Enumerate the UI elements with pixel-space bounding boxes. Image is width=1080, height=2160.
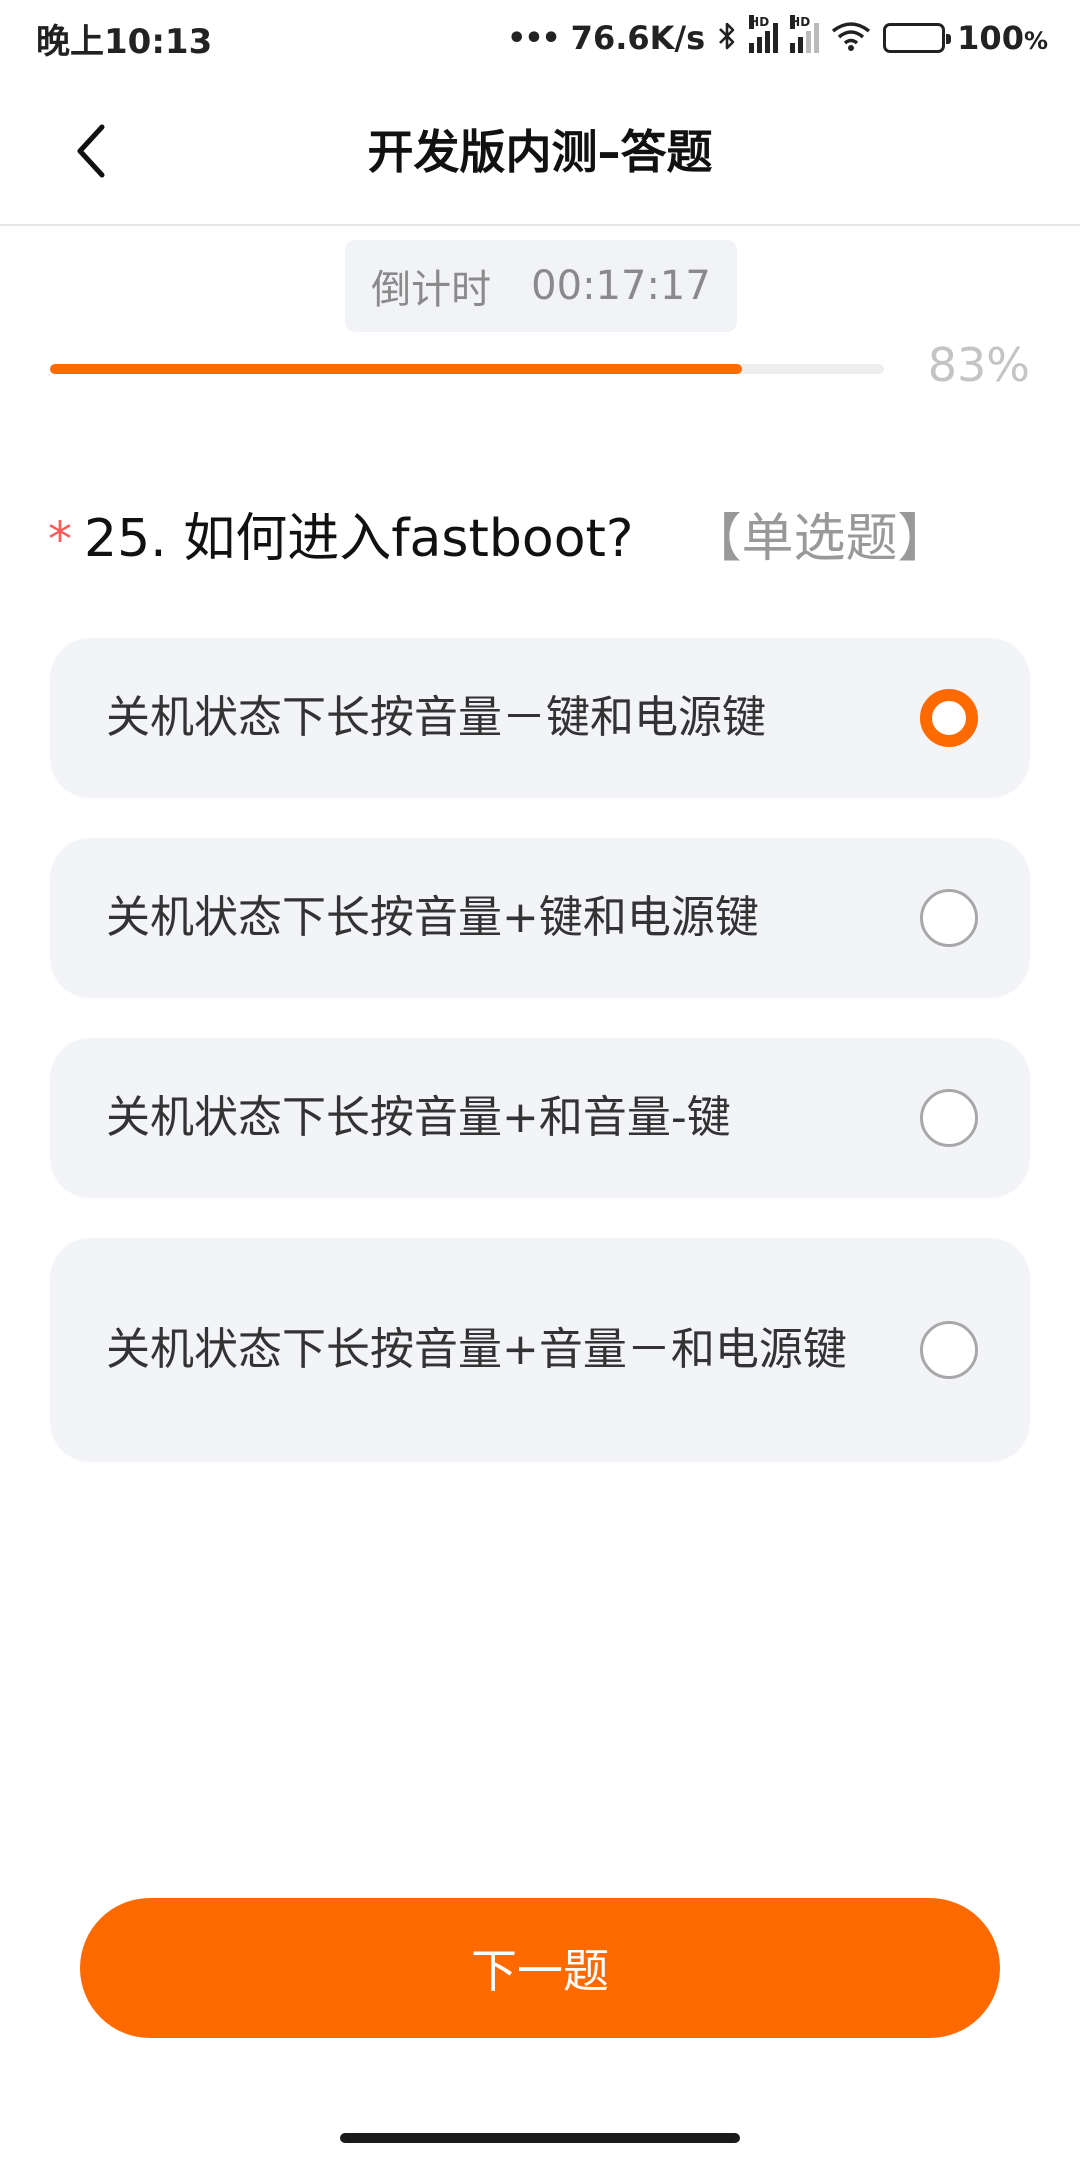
hd-label: HD <box>749 15 770 29</box>
radio-button[interactable] <box>920 1321 978 1379</box>
more-dots-icon: ••• <box>507 20 561 56</box>
option-4[interactable]: 关机状态下长按音量+音量－和电源键 <box>50 1238 1030 1462</box>
network-speed: 76.6K/s <box>570 19 706 57</box>
home-indicator[interactable] <box>340 2133 740 2143</box>
battery-percent-value: 100 <box>957 19 1024 57</box>
radio-button[interactable] <box>920 889 978 947</box>
app-header: 开发版内测–答题 <box>0 76 1080 226</box>
option-1[interactable]: 关机状态下长按音量－键和电源键 <box>50 638 1030 798</box>
option-3[interactable]: 关机状态下长按音量+和音量-键 <box>50 1038 1030 1198</box>
battery-percent: 100% <box>957 19 1048 57</box>
cell-signal-2-icon: HD <box>790 15 820 53</box>
countdown-timer: 倒计时 00:17:17 <box>345 240 737 332</box>
battery-icon <box>883 23 952 53</box>
countdown-label: 倒计时 <box>371 267 492 313</box>
bluetooth-icon <box>717 20 737 56</box>
radio-button[interactable] <box>920 689 978 747</box>
question-type: 【单选题】 <box>689 509 950 569</box>
countdown-time: 00:17:17 <box>531 263 711 309</box>
hd-label-2: HD <box>790 15 811 29</box>
status-bar: 晚上10:13 ••• 76.6K/s HD HD 100% <box>0 0 1080 76</box>
status-time: 晚上10:13 <box>36 21 213 62</box>
required-mark: * <box>48 512 72 568</box>
next-question-button[interactable]: 下一题 <box>80 1898 1000 2038</box>
option-label: 关机状态下长按音量－键和电源键 <box>106 692 766 743</box>
progress-fill <box>50 364 743 374</box>
status-indicators: ••• 76.6K/s HD HD 100% <box>507 15 1048 57</box>
wifi-icon <box>831 21 871 55</box>
cell-signal-icon: HD <box>749 15 779 53</box>
progress-percent: 83% <box>927 338 1030 392</box>
question-title: * 25. 如何进入fastboot? 【单选题】 <box>48 496 1048 571</box>
option-2[interactable]: 关机状态下长按音量+键和电源键 <box>50 838 1030 998</box>
option-label: 关机状态下长按音量+键和电源键 <box>106 892 759 943</box>
page-title: 开发版内测–答题 <box>367 125 713 179</box>
option-label: 关机状态下长按音量+音量－和电源键 <box>106 1324 847 1375</box>
screen: 晚上10:13 ••• 76.6K/s HD HD 100% 开发版内测–答题 … <box>0 0 1080 2160</box>
progress-bar <box>50 364 884 374</box>
radio-button[interactable] <box>920 1089 978 1147</box>
question-text: 25. 如何进入fastboot? <box>84 509 634 569</box>
option-label: 关机状态下长按音量+和音量-键 <box>106 1092 731 1143</box>
battery-percent-unit: % <box>1023 27 1048 55</box>
